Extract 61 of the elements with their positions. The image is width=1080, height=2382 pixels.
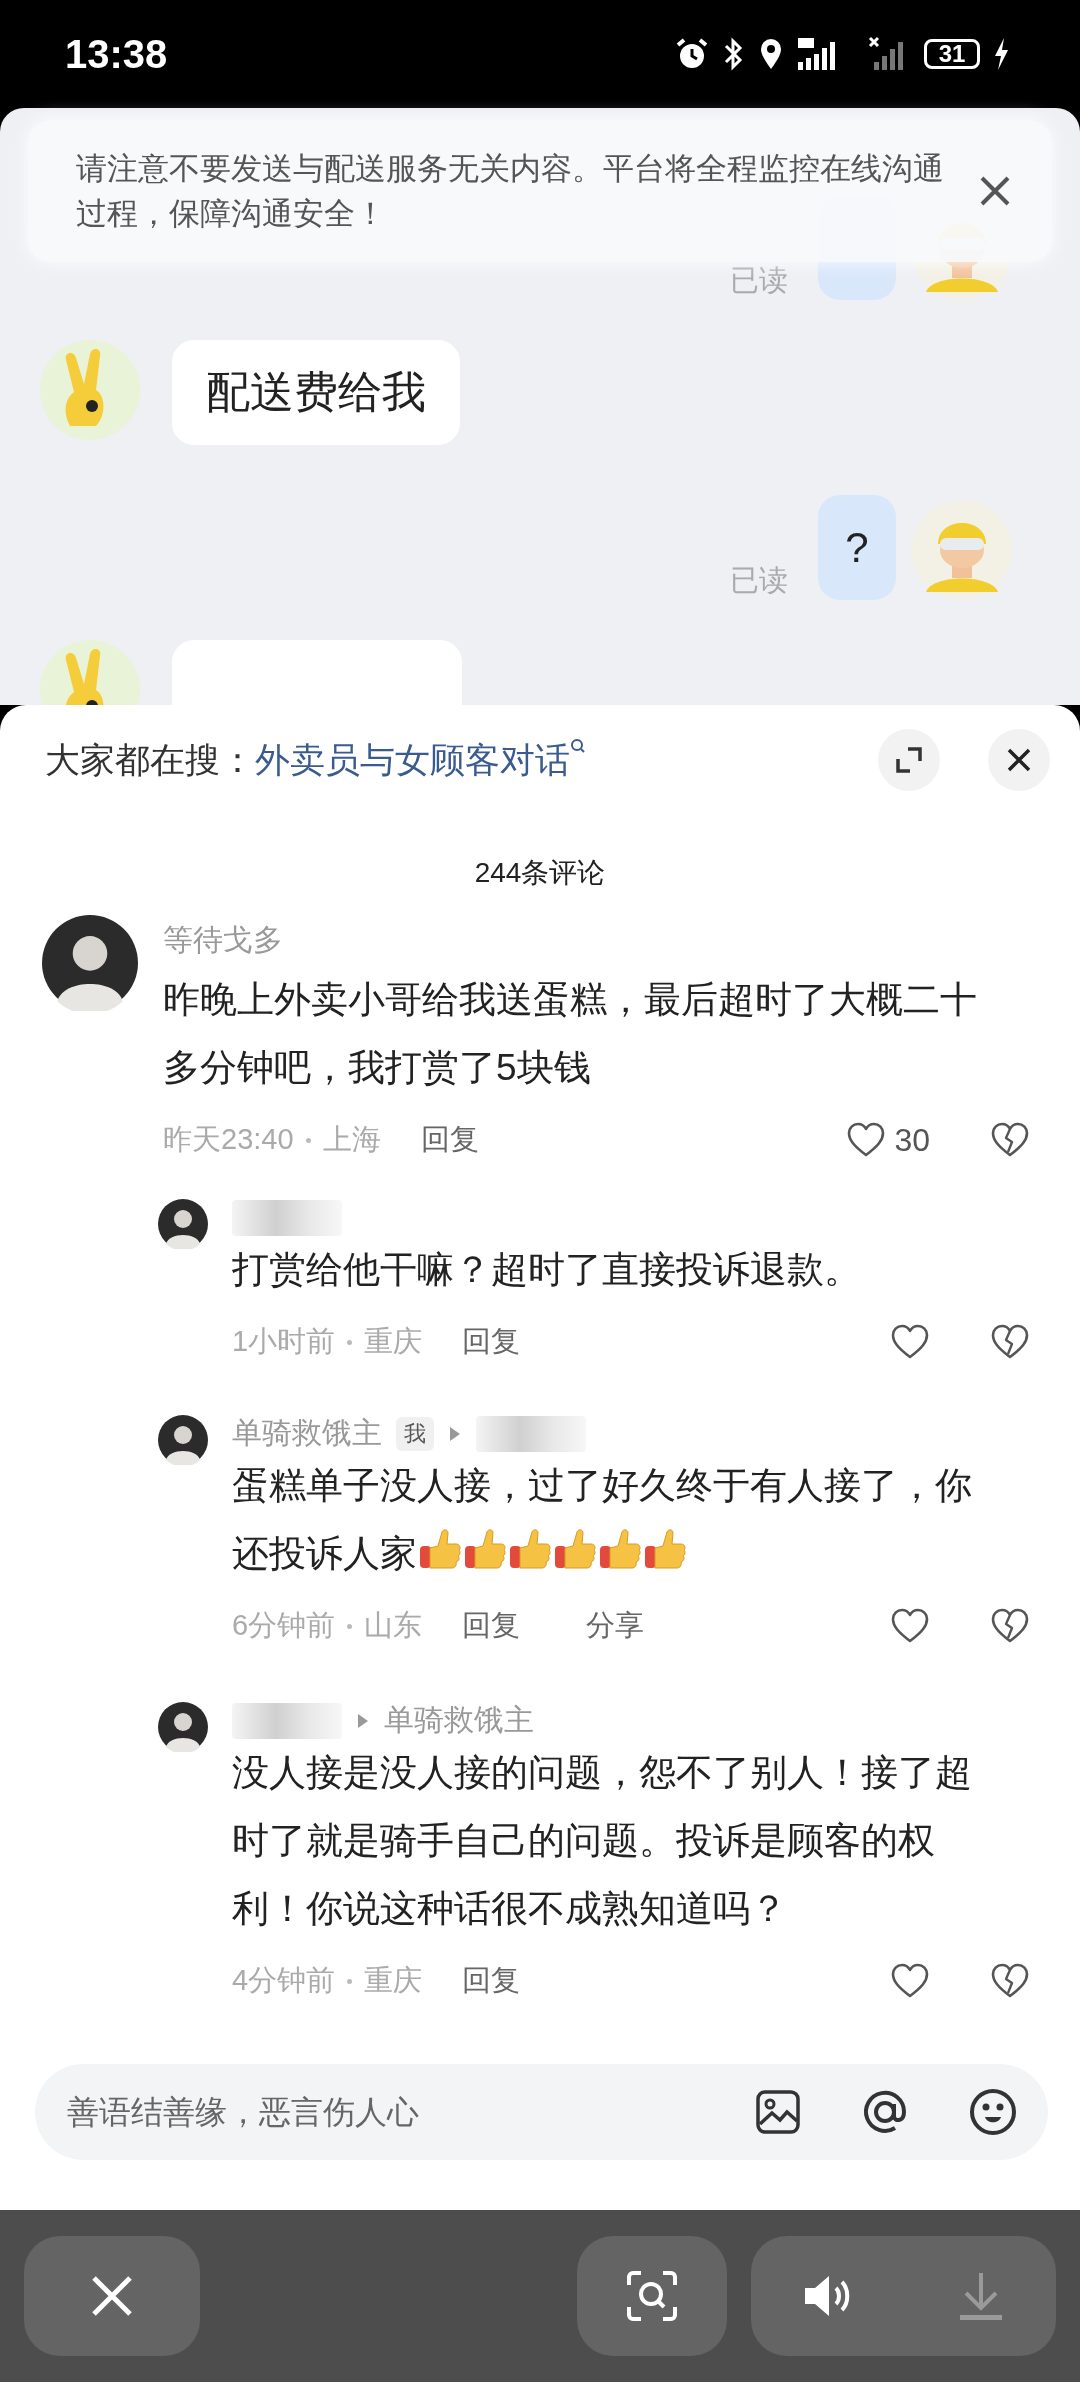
thumbs-up-icon bbox=[463, 1528, 507, 1572]
user-avatar[interactable] bbox=[158, 1415, 208, 1465]
status-time: 13:38 bbox=[65, 31, 168, 77]
broken-heart-icon[interactable] bbox=[990, 1607, 1030, 1645]
broken-heart-icon[interactable] bbox=[990, 1323, 1030, 1361]
comment-text: 没人接是没人接的问题，怨不了别人！接了超时了就是骑手自己的问题。投诉是顾客的权利！你说这种话很不成熟知道吗？ bbox=[232, 1751, 973, 1931]
author-tag: 我 bbox=[396, 1416, 434, 1451]
broken-heart-icon[interactable] bbox=[990, 1121, 1030, 1159]
thumbs-up-icon bbox=[553, 1528, 597, 1572]
search-label: 大家都在搜： bbox=[45, 738, 255, 781]
comment-location: 重庆 bbox=[364, 1324, 423, 1359]
read-status: 已读 bbox=[730, 563, 788, 598]
close-icon bbox=[90, 2274, 134, 2318]
reply-arrow-icon bbox=[448, 1424, 462, 1443]
emoji-icon[interactable] bbox=[968, 2087, 1018, 2137]
user-avatar[interactable] bbox=[158, 1702, 208, 1752]
reply-button[interactable]: 回复 bbox=[462, 1961, 521, 2001]
message-bubble: 配送费给我 bbox=[172, 340, 460, 445]
close-icon bbox=[1006, 747, 1032, 773]
heart-icon[interactable] bbox=[846, 1121, 887, 1159]
thumbs-up-icon bbox=[508, 1528, 552, 1572]
image-icon[interactable] bbox=[754, 2088, 802, 2136]
comment-text: 昨晚上外卖小哥给我送蛋糕，最后超时了大概二十多分钟吧，我打赏了5块钱 bbox=[163, 978, 978, 1090]
comment-location: 上海 bbox=[322, 1122, 381, 1157]
heart-icon[interactable] bbox=[890, 1323, 930, 1361]
scan-icon bbox=[625, 2269, 679, 2323]
search-suggestion-link[interactable]: 外卖员与女顾客对话 bbox=[255, 736, 586, 784]
comment-text: 打赏给他干嘛？超时了直接投诉退款。 bbox=[232, 1248, 862, 1292]
read-status: 已读 bbox=[730, 263, 788, 298]
comment-location: 重庆 bbox=[364, 1963, 423, 1998]
heart-icon[interactable] bbox=[890, 1607, 930, 1645]
reply-arrow-icon bbox=[356, 1711, 370, 1730]
share-button[interactable]: 分享 bbox=[586, 1606, 645, 1646]
close-icon[interactable] bbox=[978, 174, 1012, 208]
comment-location: 山东 bbox=[364, 1608, 423, 1643]
scan-button[interactable] bbox=[577, 2236, 727, 2356]
thumbs-up-icon bbox=[643, 1528, 687, 1572]
comment-time: 6分钟前 bbox=[232, 1608, 336, 1643]
comment-input-bar[interactable]: 善语结善缘，恶言伤人心 bbox=[35, 2064, 1048, 2160]
comment-time: 昨天23:40 bbox=[163, 1122, 294, 1157]
reply-button[interactable]: 回复 bbox=[420, 1120, 479, 1160]
comment-time: 1小时前 bbox=[232, 1324, 336, 1359]
heart-icon[interactable] bbox=[890, 1962, 930, 2000]
like-count: 30 bbox=[894, 1121, 930, 1159]
reply-button[interactable]: 回复 bbox=[462, 1606, 521, 1646]
notice-text: 请注意不要发送与配送服务无关内容。平台将全程监控在线沟通过程，保障沟通安全！ bbox=[76, 150, 945, 233]
comment-time: 4分钟前 bbox=[232, 1963, 336, 1998]
message-bubble: ? bbox=[818, 495, 896, 600]
user-avatar[interactable] bbox=[158, 1199, 208, 1249]
thumbs-up-icon bbox=[598, 1528, 642, 1572]
broken-heart-icon[interactable] bbox=[990, 1962, 1030, 2000]
comment-input[interactable]: 善语结善缘，恶言伤人心 bbox=[65, 2092, 696, 2132]
comment-text: 蛋糕单子没人接，过了好久终于有人接了，你还投诉人家 bbox=[232, 1464, 973, 1576]
charging-icon bbox=[992, 36, 1010, 72]
close-button[interactable] bbox=[24, 2236, 200, 2356]
reply-button[interactable]: 回复 bbox=[462, 1322, 521, 1362]
battery-level: 31 bbox=[924, 39, 980, 69]
expand-icon bbox=[894, 745, 924, 775]
comment-count: 244条评论 bbox=[474, 856, 606, 890]
thumbs-up-icon bbox=[418, 1528, 462, 1572]
user-avatar[interactable] bbox=[42, 915, 138, 1011]
